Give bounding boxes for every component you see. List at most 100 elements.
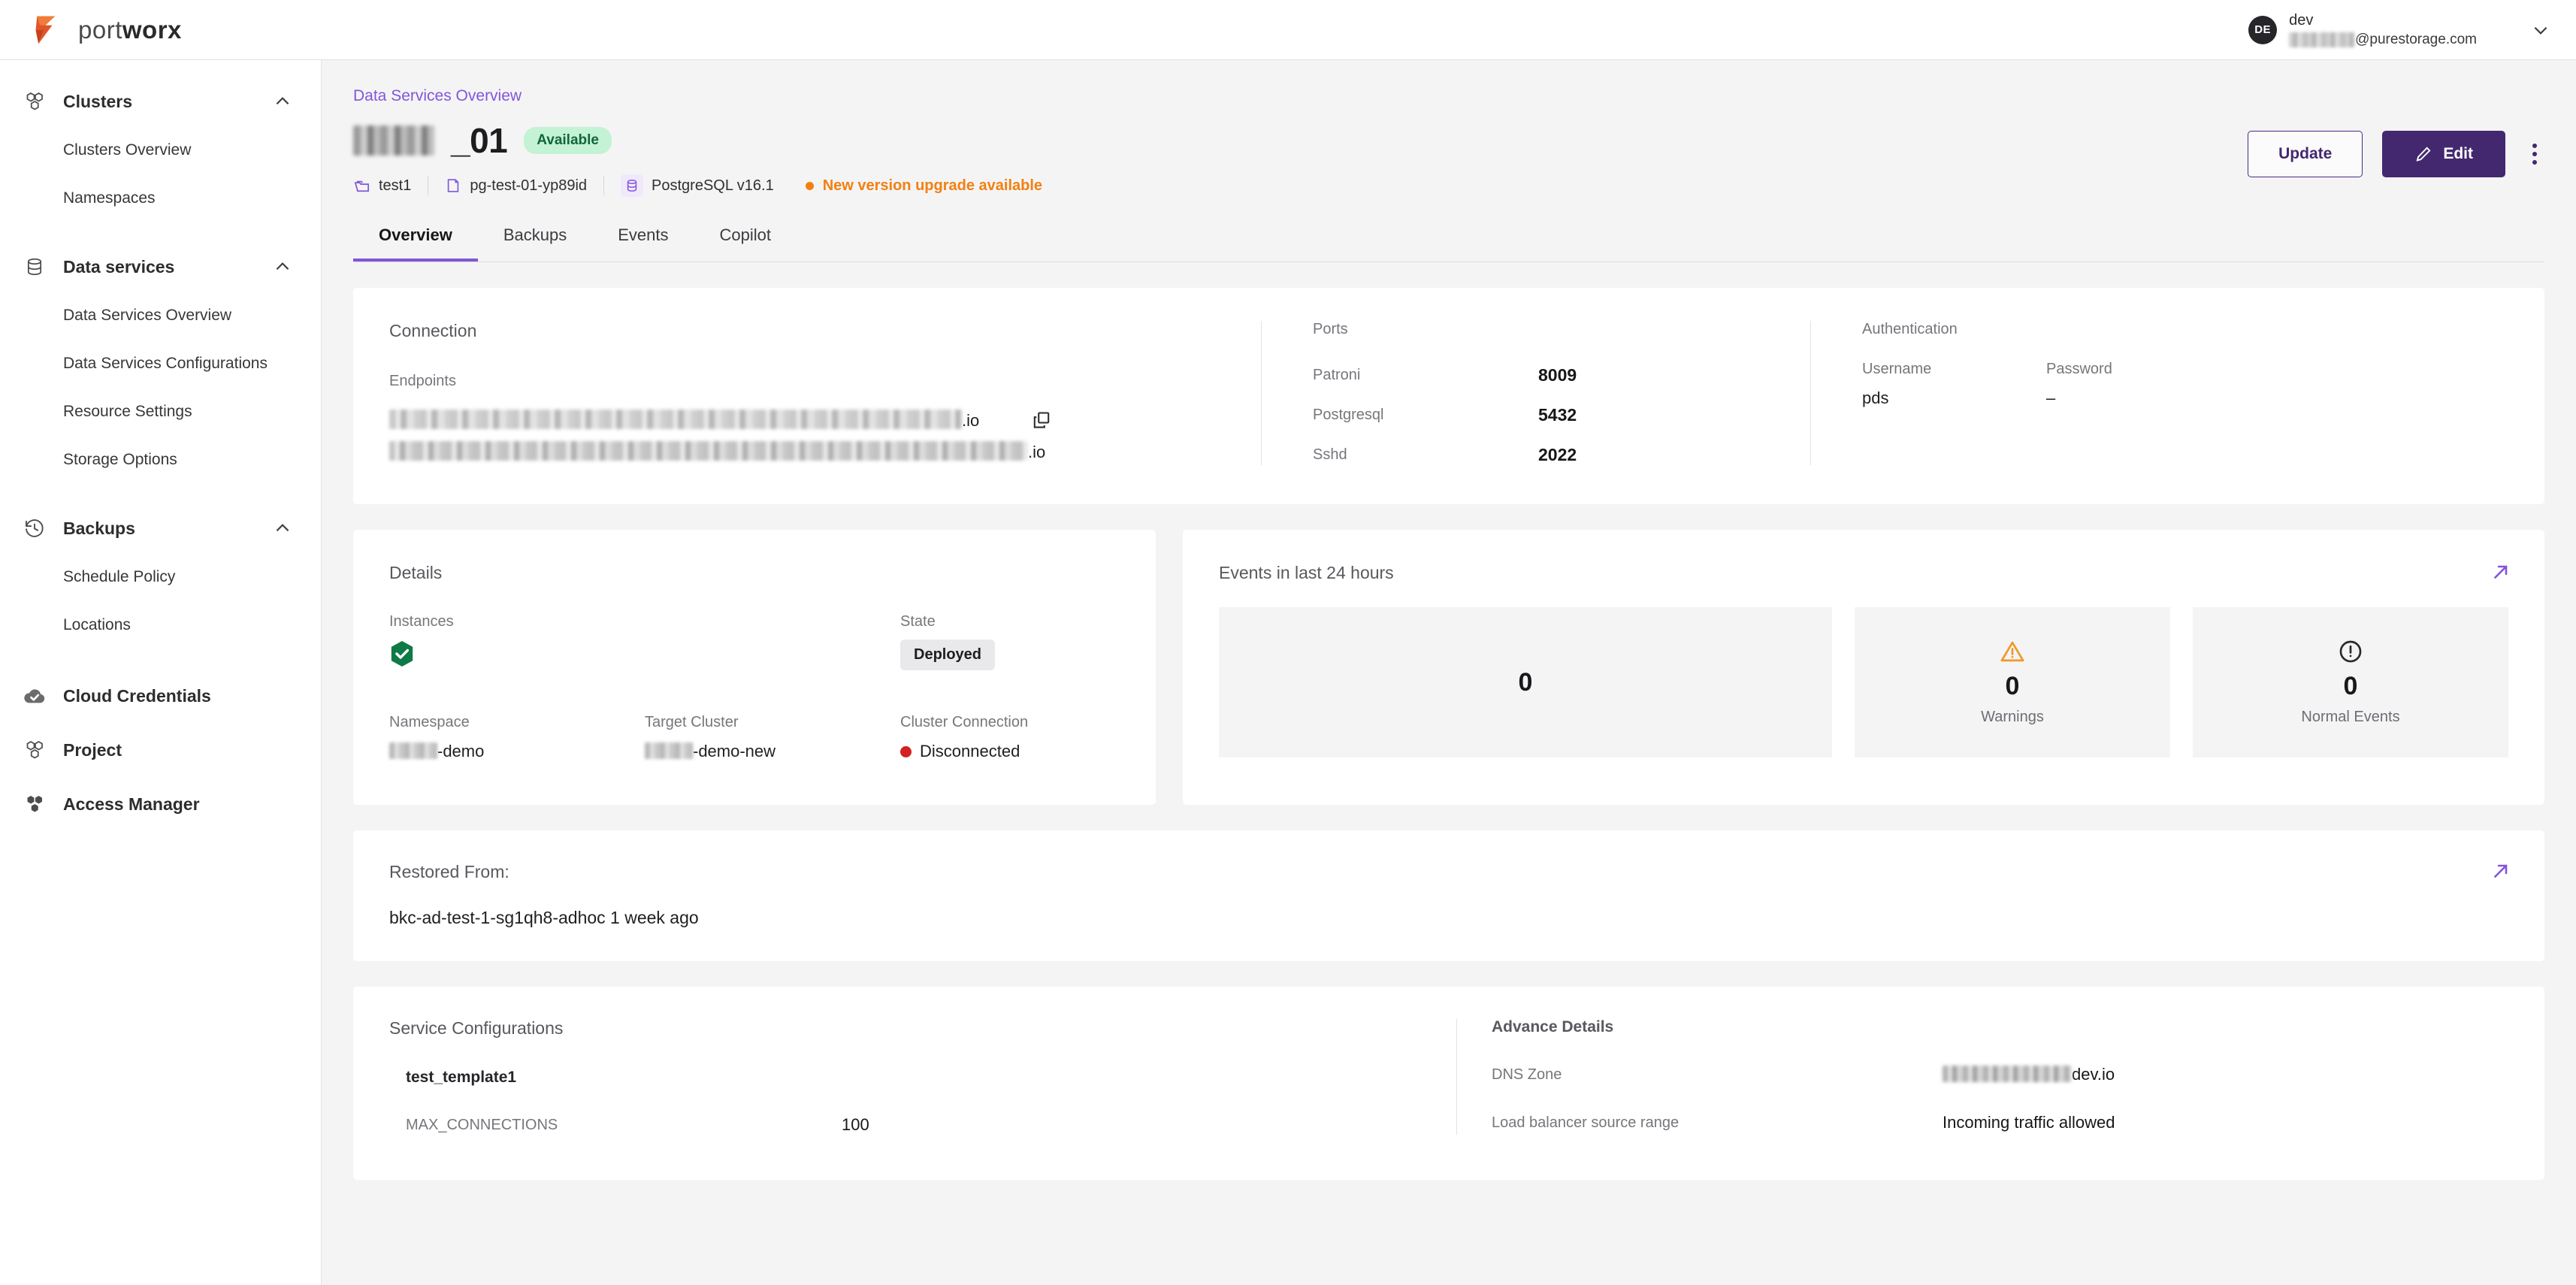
connection-card: Connection Endpoints .io .io Ports Patro… xyxy=(353,288,2544,504)
details-namespace: Namespace -demo xyxy=(389,714,645,761)
avatar: DE xyxy=(2248,15,2278,44)
title-text: _01 xyxy=(451,121,508,160)
sidebar-item-data-services-configurations[interactable]: Data Services Configurations xyxy=(0,340,321,388)
instances-label: Instances xyxy=(389,613,454,630)
sidebar-gap-1 xyxy=(0,222,321,242)
auth-password-label: Password xyxy=(2046,361,2112,377)
edit-button[interactable]: Edit xyxy=(2382,131,2505,177)
service-config-left: Service Configurations test_template1 MA… xyxy=(389,1018,1456,1135)
namespace-value: -demo xyxy=(389,742,645,761)
details-title: Details xyxy=(389,563,443,582)
warning-triangle-icon xyxy=(2000,641,2024,662)
redacted-namespace-prefix xyxy=(389,742,437,759)
details-card: Details Instances State Deployed Namespa… xyxy=(353,530,1156,805)
cubes-solid-icon xyxy=(20,793,50,815)
sidebar-item-locations[interactable]: Locations xyxy=(0,601,321,649)
redacted-endpoint-2 xyxy=(389,441,1028,461)
sidebar-item-storage-options[interactable]: Storage Options xyxy=(0,436,321,484)
portworx-logo-icon xyxy=(35,16,56,44)
chevron-up-icon[interactable] xyxy=(273,519,292,538)
port-value: 5432 xyxy=(1538,405,1577,425)
sidebar-item-label: Access Manager xyxy=(63,794,200,814)
events-normal-label: Normal Events xyxy=(2301,709,2400,725)
document-icon xyxy=(445,177,461,194)
port-value: 2022 xyxy=(1538,445,1577,464)
dns-zone-label: DNS Zone xyxy=(1492,1066,1562,1083)
chevron-up-icon[interactable] xyxy=(273,257,292,277)
user-menu[interactable]: DE dev @purestorage.com xyxy=(2248,12,2550,48)
details-grid-bottom: Namespace -demo Target Cluster -demo-new xyxy=(389,714,1120,761)
chevron-up-icon[interactable] xyxy=(273,92,292,111)
sidebar-group-backups[interactable]: Backups xyxy=(0,503,321,553)
title-left: _01 Available test1 pg-test-01-yp89id Po… xyxy=(353,120,1042,197)
target-cluster-value: -demo-new xyxy=(645,742,900,761)
authentication-label: Authentication xyxy=(1862,321,1958,337)
events-title: Events in last 24 hours xyxy=(1219,563,1394,582)
endpoint-row-1: .io xyxy=(389,410,1261,431)
sidebar-item-data-services-overview[interactable]: Data Services Overview xyxy=(0,292,321,340)
auth-username-value: pds xyxy=(1862,389,1889,407)
restored-from-card: Restored From: bkc-ad-test-1-sg1qh8-adho… xyxy=(353,830,2544,961)
events-normal-box: 0 Normal Events xyxy=(2193,607,2508,757)
ports-label: Ports xyxy=(1313,321,1348,337)
sidebar-group-clusters[interactable]: Clusters xyxy=(0,77,321,126)
sidebar-item-access-manager[interactable]: Access Manager xyxy=(0,777,321,831)
update-button[interactable]: Update xyxy=(2248,131,2363,177)
redacted-endpoint-1 xyxy=(389,410,962,429)
sidebar-item-label: Cloud Credentials xyxy=(63,685,211,706)
sidebar-item-cloud-credentials[interactable]: Cloud Credentials xyxy=(0,669,321,723)
page: Data Services Overview _01 Available tes… xyxy=(322,60,2576,1180)
status-badge: Available xyxy=(524,127,612,154)
brand[interactable]: portworx xyxy=(32,14,182,47)
port-row: Patroni 8009 xyxy=(1313,365,1810,386)
service-config-value: 100 xyxy=(842,1115,869,1134)
sidebar-item-clusters-overview[interactable]: Clusters Overview xyxy=(0,126,321,174)
state-label: State xyxy=(900,613,936,630)
tab-backups[interactable]: Backups xyxy=(478,225,592,262)
sidebar-item-project[interactable]: Project xyxy=(0,723,321,777)
meta-deployment[interactable]: pg-test-01-yp89id xyxy=(428,177,603,195)
events-total-count: 0 xyxy=(1518,667,1533,697)
redacted-email-local xyxy=(2289,32,2356,47)
meta-project[interactable]: test1 xyxy=(353,177,428,195)
cubes-outline-icon xyxy=(20,739,50,761)
sidebar-group-data-services[interactable]: Data services xyxy=(0,242,321,292)
target-cluster-label: Target Cluster xyxy=(645,714,739,730)
events-normal-count: 0 xyxy=(2343,672,2358,700)
sidebar: Clusters Clusters Overview Namespaces Da… xyxy=(0,60,322,1285)
port-row: Sshd 2022 xyxy=(1313,445,1810,465)
port-row: Postgresql 5432 xyxy=(1313,405,1810,425)
chevron-down-icon[interactable] xyxy=(2531,20,2550,40)
advance-details-row-dns: DNS Zone dev.io xyxy=(1492,1065,2508,1084)
sidebar-item-namespaces[interactable]: Namespaces xyxy=(0,174,321,222)
sidebar-item-resource-settings[interactable]: Resource Settings xyxy=(0,388,321,436)
more-options-icon[interactable] xyxy=(2525,141,2544,168)
tab-events[interactable]: Events xyxy=(592,225,694,262)
sidebar-item-label: Project xyxy=(63,739,122,760)
restored-expand-icon[interactable] xyxy=(2490,860,2511,885)
tab-copilot[interactable]: Copilot xyxy=(694,225,797,262)
advance-details-row-lb: Load balancer source range Incoming traf… xyxy=(1492,1113,2508,1132)
details-cluster-connection: Cluster Connection Disconnected xyxy=(900,714,1120,761)
sidebar-item-schedule-policy[interactable]: Schedule Policy xyxy=(0,553,321,601)
upgrade-notice[interactable]: New version upgrade available xyxy=(805,177,1043,195)
meta-engine-label: PostgreSQL v16.1 xyxy=(652,177,774,194)
upgrade-notice-label: New version upgrade available xyxy=(822,177,1043,194)
edit-button-label: Edit xyxy=(2443,145,2473,162)
events-expand-icon[interactable] xyxy=(2490,561,2511,586)
dns-zone-value: dev.io xyxy=(1943,1065,2115,1084)
ports-column: Ports Patroni 8009 Postgresql 5432 Sshd … xyxy=(1262,321,1810,465)
auth-username: Username pds xyxy=(1862,361,2046,408)
service-configurations-title: Service Configurations xyxy=(389,1018,564,1038)
top-bar: portworx DE dev @purestorage.com xyxy=(0,0,2576,60)
cluster-connection-label: Cluster Connection xyxy=(900,714,1029,730)
copy-endpoints-icon[interactable] xyxy=(1032,410,1051,430)
restored-from-title: Restored From: xyxy=(389,862,509,881)
events-total-box: 0 xyxy=(1219,607,1832,757)
cloud-check-icon xyxy=(20,684,50,708)
breadcrumb[interactable]: Data Services Overview xyxy=(353,60,2544,105)
database-icon xyxy=(20,256,50,277)
meta-project-label: test1 xyxy=(379,177,412,194)
orange-dot-icon xyxy=(805,181,814,190)
tab-overview[interactable]: Overview xyxy=(353,225,478,262)
